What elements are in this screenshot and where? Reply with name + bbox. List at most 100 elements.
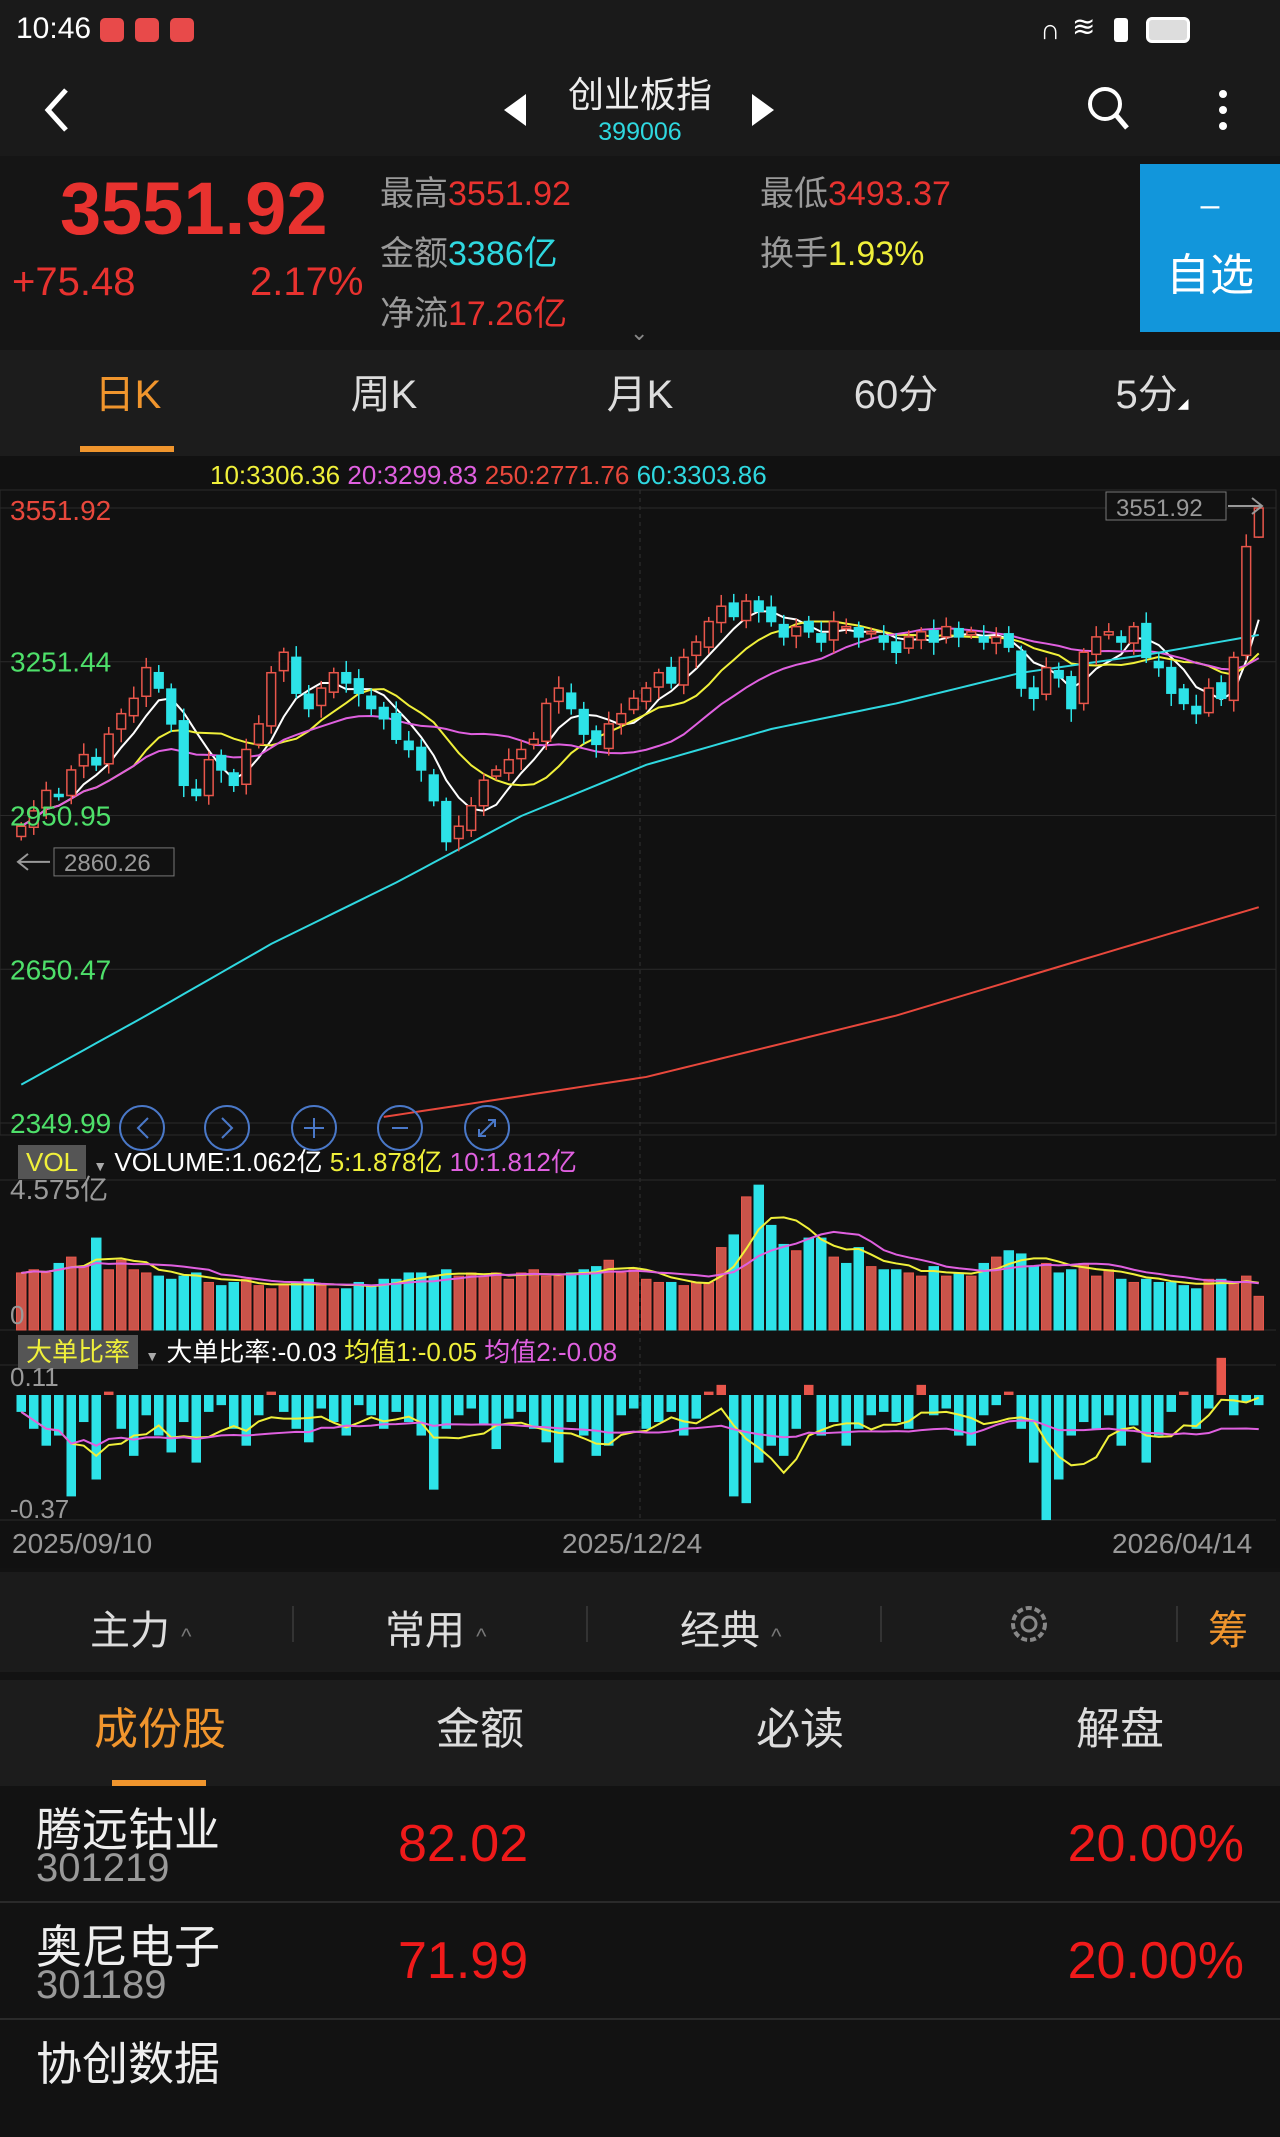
ratio-bar [829, 1395, 839, 1423]
x-label-mid: 2025/12/24 [562, 1528, 703, 1559]
stock-code: 301189 [36, 1963, 167, 2007]
candle-body [66, 769, 77, 797]
ratio-bar [879, 1395, 889, 1412]
divider [292, 1606, 294, 1642]
chip-distribution-button[interactable]: 筹 [1208, 1598, 1248, 1656]
ratio-bar [891, 1395, 901, 1423]
candle-body [753, 600, 764, 613]
tab-amount[interactable]: 金额 [320, 1680, 640, 1786]
candle-body [278, 651, 289, 672]
candle-body [1103, 631, 1114, 636]
button-label: 经典 [680, 1609, 760, 1653]
ratio-legend: 大单比率 ▼ 大单比率:-0.03 均值1:-0.05 均值2:-0.08 [18, 1332, 617, 1369]
candle-body [503, 758, 514, 774]
candle-body [203, 758, 214, 797]
volume-bar [616, 1272, 627, 1331]
candle-body [616, 712, 627, 725]
candle-body [353, 678, 364, 694]
volume-bar [1028, 1266, 1039, 1331]
tab-constituents[interactable]: 成份股 [0, 1680, 320, 1786]
volume-bar [928, 1266, 939, 1331]
ratio-bar [166, 1395, 176, 1453]
tab-must-read[interactable]: 必读 [640, 1680, 960, 1786]
candle-body [1066, 676, 1077, 710]
candle-body [403, 740, 414, 751]
stock-price: 71.99 [398, 1932, 529, 1990]
candle-body [716, 605, 727, 624]
volume-bar [328, 1288, 339, 1331]
candle-body [316, 687, 327, 707]
volume-bar [703, 1281, 714, 1331]
ratio-bar [566, 1395, 576, 1423]
arrow-left-icon [16, 853, 50, 871]
candle-body [116, 712, 127, 730]
volume-ma5: 5:1.878亿 [329, 1147, 443, 1177]
ratio-bar [866, 1395, 876, 1416]
stock-row[interactable]: 奥尼电子 301189 71.99 20.00% [0, 1903, 1280, 2020]
ratio-bar [666, 1395, 676, 1412]
volume-bar [716, 1247, 727, 1331]
volume-bar [1066, 1269, 1077, 1331]
volume-bar [678, 1285, 689, 1331]
ratio-bar [1179, 1391, 1189, 1395]
stock-row[interactable]: 腾远钴业 301219 82.02 20.00% [0, 1786, 1280, 1903]
candle-body [378, 706, 389, 720]
candle-body [803, 620, 814, 633]
candle-body [478, 779, 489, 807]
ratio-min-label: -0.37 [10, 1494, 70, 1524]
candle-body [991, 636, 1002, 644]
common-button[interactable]: 常用 ^ [385, 1598, 486, 1656]
candle-body [291, 656, 302, 694]
candle-body [1153, 660, 1164, 669]
max-price-marker: 3551.92 [1116, 495, 1203, 522]
volume-bar [228, 1281, 239, 1331]
volume-bar [91, 1237, 102, 1331]
ratio-value: 大单比率:-0.03 [166, 1337, 337, 1367]
volume-bar [128, 1269, 139, 1331]
volume-bar [691, 1281, 702, 1331]
stock-row[interactable]: 协创数据 [0, 2020, 1280, 2137]
candle-body [453, 825, 464, 840]
volume-bar [1228, 1281, 1239, 1331]
candle-body [903, 636, 914, 649]
volume-bar [653, 1281, 664, 1331]
ratio-bar [766, 1395, 776, 1446]
volume-bar [391, 1278, 402, 1331]
candle-body [416, 746, 427, 771]
ratio-bar [454, 1395, 464, 1416]
candle-body [1166, 666, 1177, 694]
settings-gear-icon[interactable] [1005, 1600, 1053, 1648]
ratio-bar [1029, 1395, 1039, 1463]
ratio-bar [1254, 1395, 1264, 1406]
candle-body [466, 805, 477, 832]
ratio-bar [129, 1395, 139, 1456]
ratio-bar [391, 1395, 401, 1412]
volume-bar [1178, 1285, 1189, 1331]
volume-bar [1091, 1275, 1102, 1331]
ratio-bar [341, 1395, 351, 1436]
volume-bar [978, 1262, 989, 1331]
ratio-max-label: 0.11 [10, 1362, 59, 1392]
stock-price: 82.02 [398, 1815, 529, 1873]
classic-button[interactable]: 经典 ^ [680, 1598, 781, 1656]
ratio-bar [66, 1395, 76, 1497]
volume-bar [1253, 1295, 1264, 1331]
volume-bar [278, 1285, 289, 1331]
volume-bar [103, 1269, 114, 1331]
candle-body [541, 702, 552, 743]
ratio-bar [291, 1395, 301, 1429]
ratio-bar [16, 1395, 26, 1412]
main-force-button[interactable]: 主力 ^ [90, 1598, 191, 1656]
ratio-bar [416, 1395, 426, 1436]
chart-frame [0, 489, 1277, 1136]
tab-analysis[interactable]: 解盘 [960, 1680, 1280, 1786]
ratio-bar [366, 1395, 376, 1416]
candle-body [916, 631, 927, 641]
ratio-bar [1041, 1395, 1051, 1521]
candle-body [866, 631, 877, 635]
volume-bar [216, 1285, 227, 1331]
candle-body [241, 748, 252, 786]
ratio-bar [479, 1395, 489, 1426]
ratio-bar [1079, 1395, 1089, 1423]
ratio-bar [116, 1395, 126, 1429]
